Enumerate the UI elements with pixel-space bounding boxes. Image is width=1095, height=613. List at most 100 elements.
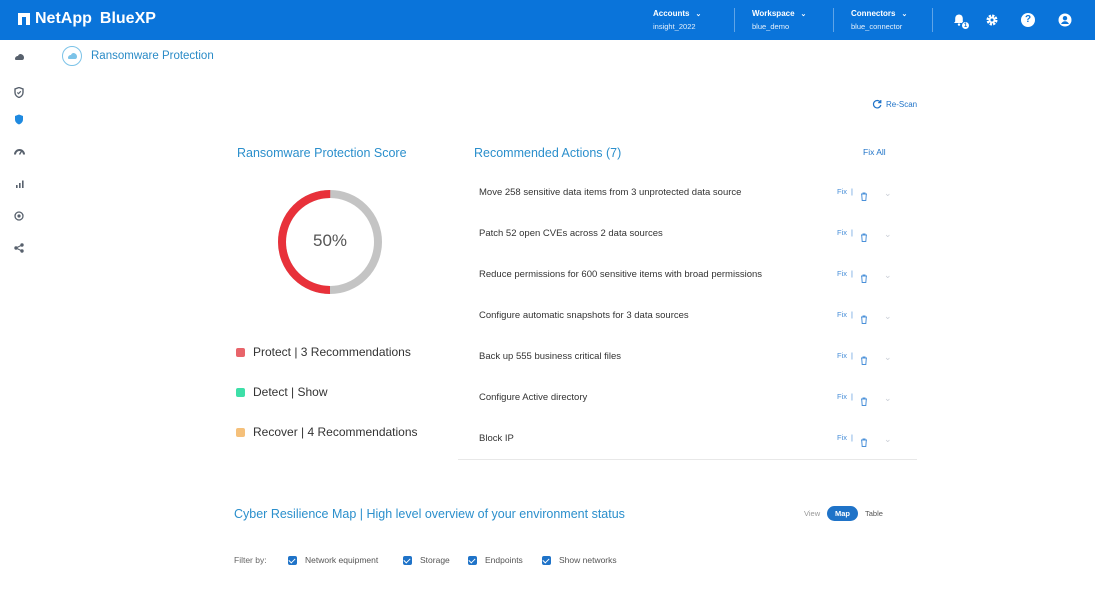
sidebar-item-storage[interactable] xyxy=(13,51,25,63)
top-navigation-bar: NetApp BlueXP Accounts ⌄ insight_2022 Wor… xyxy=(0,0,1095,40)
fix-all-button[interactable]: Fix All xyxy=(863,147,886,157)
chevron-down-icon: ⌄ xyxy=(901,10,908,18)
checkbox-icon[interactable] xyxy=(542,555,551,565)
trash-icon xyxy=(861,438,867,447)
sidebar-item-ransomware[interactable] xyxy=(13,113,25,125)
trash-icon xyxy=(861,315,867,324)
divider xyxy=(932,8,933,32)
action-row[interactable]: Back up 555 business critical files Fix | ⌄ xyxy=(458,351,917,392)
separator: | xyxy=(851,187,853,196)
view-toggle: Map Table xyxy=(827,506,883,521)
trash-icon xyxy=(861,397,867,406)
shield-icon xyxy=(15,114,23,124)
action-text: Reduce permissions for 600 sensitive ite… xyxy=(479,269,763,280)
connectors-selector[interactable]: Connectors ⌄ blue_connector xyxy=(851,9,907,31)
workspace-label: Workspace xyxy=(752,9,795,18)
gauge-icon xyxy=(13,148,25,155)
sidebar-item-analytics[interactable] xyxy=(13,178,25,190)
checkbox-icon[interactable] xyxy=(403,555,412,565)
chevron-down-icon[interactable]: ⌄ xyxy=(884,434,892,445)
chevron-down-icon[interactable]: ⌄ xyxy=(884,352,892,363)
view-table-button[interactable]: Table xyxy=(865,509,883,518)
user-menu-button[interactable] xyxy=(1056,11,1074,29)
settings-button[interactable] xyxy=(983,11,1001,29)
rescan-button[interactable]: Re-Scan xyxy=(872,99,917,109)
filter-label-text: Show networks xyxy=(559,555,617,565)
delete-button[interactable] xyxy=(860,270,868,288)
divider xyxy=(833,8,834,32)
checkbox-icon[interactable] xyxy=(468,555,477,565)
chevron-down-icon[interactable]: ⌄ xyxy=(884,270,892,281)
filter-label-text: Endpoints xyxy=(485,555,523,565)
chevron-down-icon: ⌄ xyxy=(800,10,807,18)
fix-button[interactable]: Fix xyxy=(837,310,847,319)
legend-detect[interactable]: Detect | Show xyxy=(236,385,327,399)
filter-endpoints[interactable]: Endpoints xyxy=(468,555,523,565)
accounts-value: insight_2022 xyxy=(653,22,696,31)
sidebar-item-connections[interactable] xyxy=(13,242,25,254)
fix-button[interactable]: Fix xyxy=(837,433,847,442)
action-text: Configure Active directory xyxy=(479,392,588,403)
trash-icon xyxy=(861,233,867,242)
checkbox-icon[interactable] xyxy=(288,555,297,565)
score-percent: 50% xyxy=(312,231,348,250)
view-map-button[interactable]: Map xyxy=(827,506,858,521)
fix-button[interactable]: Fix xyxy=(837,392,847,401)
filter-label: Filter by: xyxy=(234,555,267,565)
fix-button[interactable]: Fix xyxy=(837,187,847,196)
chevron-down-icon[interactable]: ⌄ xyxy=(884,393,892,404)
fix-button[interactable]: Fix xyxy=(837,269,847,278)
actions-title: Recommended Actions (7) xyxy=(474,146,622,160)
delete-button[interactable] xyxy=(860,352,868,370)
action-row[interactable]: Block IP Fix | ⌄ xyxy=(458,433,917,474)
delete-button[interactable] xyxy=(860,229,868,247)
legend-swatch xyxy=(236,427,245,437)
netapp-logo-icon xyxy=(18,13,30,25)
page-title: Ransomware Protection xyxy=(91,50,214,62)
chevron-down-icon[interactable]: ⌄ xyxy=(884,311,892,322)
delete-button[interactable] xyxy=(860,393,868,411)
accounts-selector[interactable]: Accounts ⌄ insight_2022 xyxy=(653,9,701,31)
gear-icon xyxy=(986,14,998,26)
chevron-down-icon[interactable]: ⌄ xyxy=(884,188,892,199)
product-name: BlueXP xyxy=(99,10,156,27)
action-row[interactable]: Patch 52 open CVEs across 2 data sources… xyxy=(458,228,917,269)
chevron-down-icon[interactable]: ⌄ xyxy=(884,229,892,240)
sidebar-item-governance[interactable] xyxy=(13,210,25,222)
fix-button[interactable]: Fix xyxy=(837,228,847,237)
action-row[interactable]: Configure Active directory Fix | ⌄ xyxy=(458,392,917,433)
action-row[interactable]: Reduce permissions for 600 sensitive ite… xyxy=(458,269,917,310)
trash-icon xyxy=(861,274,867,283)
separator: | xyxy=(851,269,853,278)
fix-button[interactable]: Fix xyxy=(837,351,847,360)
filter-network-equipment[interactable]: Network equipment xyxy=(288,555,378,565)
separator: | xyxy=(851,351,853,360)
filter-storage[interactable]: Storage xyxy=(403,555,450,565)
action-row[interactable]: Move 258 sensitive data items from 3 unp… xyxy=(458,187,917,228)
sidebar-item-protection[interactable] xyxy=(13,86,25,98)
chevron-down-icon: ⌄ xyxy=(695,10,702,18)
action-row[interactable]: Configure automatic snapshots for 3 data… xyxy=(458,310,917,351)
notifications-button[interactable]: 1 xyxy=(950,11,970,30)
page-header: Ransomware Protection xyxy=(62,46,214,66)
legend-label: Recover | 4 Recommendations xyxy=(253,425,418,439)
legend-protect[interactable]: Protect | 3 Recommendations xyxy=(236,345,411,359)
legend-label: Protect | 3 Recommendations xyxy=(253,345,411,359)
delete-button[interactable] xyxy=(860,434,868,452)
action-text: Block IP xyxy=(479,433,514,444)
target-icon xyxy=(14,211,24,221)
delete-button[interactable] xyxy=(860,188,868,206)
filter-show-networks[interactable]: Show networks xyxy=(542,555,617,565)
netapp-logo[interactable]: NetApp BlueXP xyxy=(18,10,156,28)
ransomware-protection-icon xyxy=(62,46,82,66)
legend-label: Detect | Show xyxy=(253,385,328,399)
legend-recover[interactable]: Recover | 4 Recommendations xyxy=(236,425,418,439)
delete-button[interactable] xyxy=(860,311,868,329)
shield-check-icon xyxy=(14,86,24,98)
workspace-value: blue_demo xyxy=(752,22,790,31)
bar-chart-icon xyxy=(15,180,24,188)
sidebar-item-health[interactable] xyxy=(13,145,25,157)
help-button[interactable]: ? xyxy=(1019,11,1037,29)
rescan-label: Re-Scan xyxy=(886,99,918,109)
workspace-selector[interactable]: Workspace ⌄ blue_demo xyxy=(752,9,806,31)
